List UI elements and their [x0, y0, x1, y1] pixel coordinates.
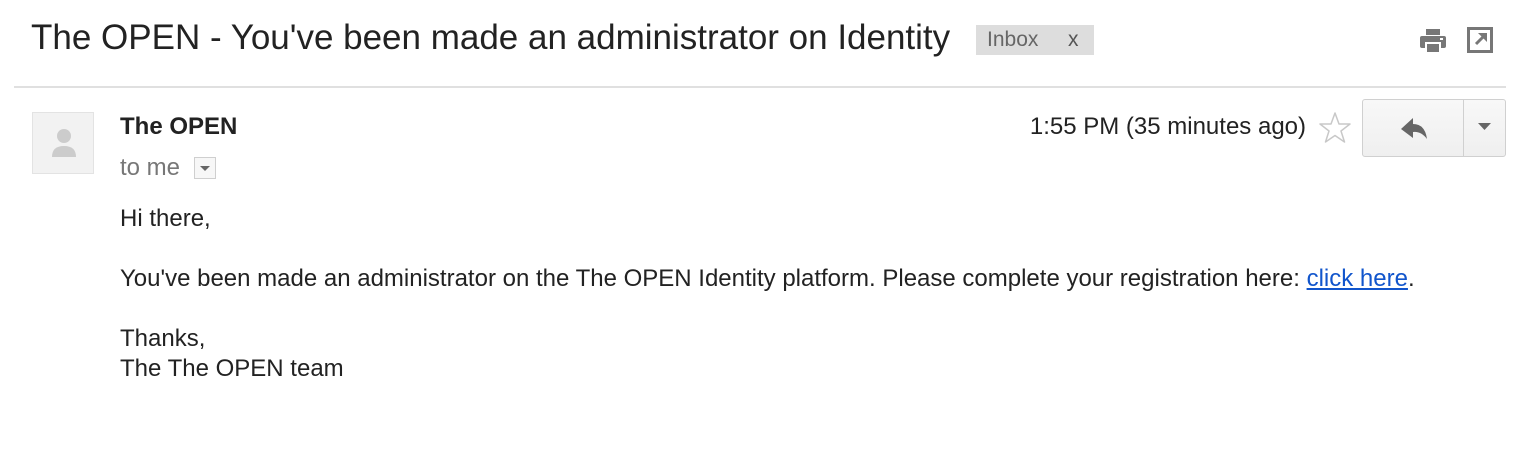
header-divider — [14, 86, 1506, 88]
body-greeting: Hi there, — [120, 205, 211, 232]
registration-link[interactable]: click here — [1307, 265, 1408, 292]
message-time: 1:55 PM (35 minutes ago) — [1029, 113, 1306, 140]
email-header: The OPEN - You've been made an administr… — [0, 0, 1522, 86]
body-message: You've been made an administrator on the… — [120, 264, 1450, 294]
remove-label-button[interactable]: x — [1068, 25, 1079, 55]
open-in-new-window-icon[interactable] — [1467, 27, 1493, 53]
email-body: Hi there, You've been made an administra… — [120, 204, 1450, 384]
body-message-end: . — [1407, 265, 1415, 292]
label-text[interactable]: Inbox — [987, 25, 1038, 55]
reply-arrow-icon — [1401, 118, 1427, 139]
email-subject: The OPEN - You've been made an administr… — [31, 18, 951, 57]
body-signoff: Thanks, — [120, 325, 206, 352]
chevron-down-icon — [200, 166, 210, 171]
star-icon[interactable] — [1318, 111, 1352, 145]
inbox-label-chip: Inbox x — [976, 25, 1094, 55]
recipient-line: to me — [120, 154, 181, 181]
sender-name[interactable]: The OPEN — [120, 112, 237, 142]
dropdown-arrow-icon — [1478, 123, 1491, 130]
reply-button[interactable] — [1363, 100, 1463, 156]
avatar-placeholder-icon — [52, 129, 76, 157]
show-details-button[interactable] — [194, 157, 216, 179]
more-options-button[interactable] — [1464, 100, 1505, 156]
body-message-text: You've been made an administrator on the… — [120, 265, 1307, 292]
sender-avatar — [32, 112, 94, 174]
print-icon[interactable] — [1418, 27, 1448, 55]
reply-button-group — [1362, 99, 1506, 157]
body-signature: The The OPEN team — [120, 355, 344, 382]
